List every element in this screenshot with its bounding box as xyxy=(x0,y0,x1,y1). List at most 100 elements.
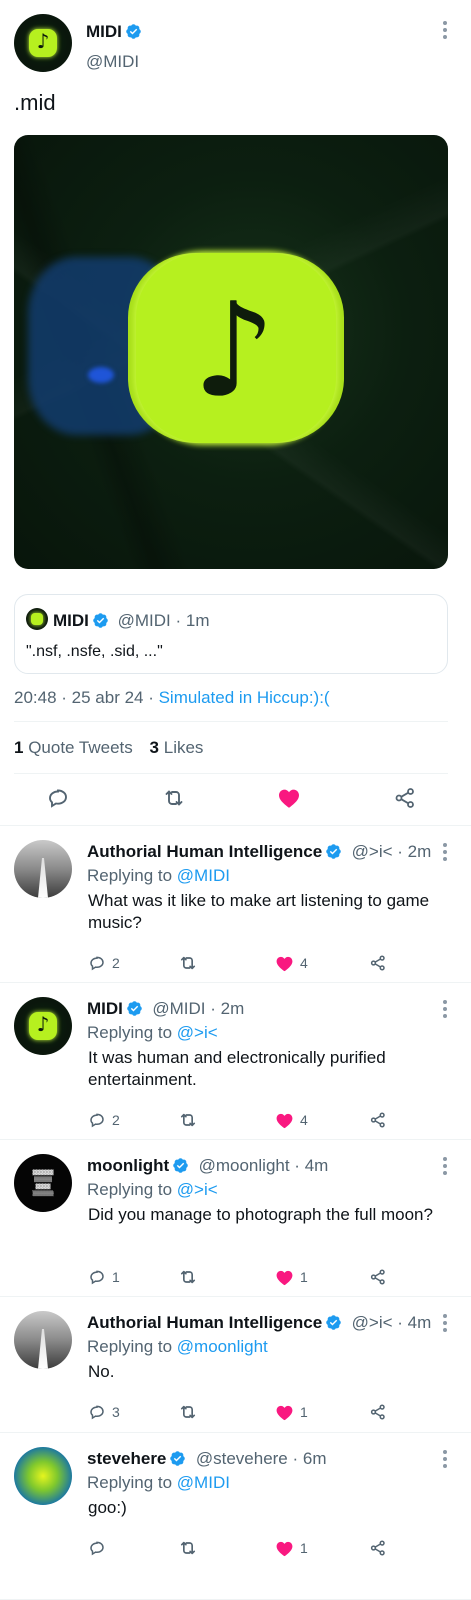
retweet-action[interactable] xyxy=(178,1401,204,1423)
share-icon[interactable] xyxy=(393,786,417,810)
reply-icon xyxy=(90,1113,104,1128)
retweet-icon xyxy=(180,1113,196,1127)
likes-count: 3 xyxy=(149,738,159,757)
retweet-icon xyxy=(180,956,196,970)
share-action[interactable] xyxy=(369,1537,387,1559)
more-options-icon[interactable] xyxy=(433,997,457,1021)
retweet-icon xyxy=(180,1270,196,1284)
reply-tweet[interactable]: ▓▓▓▓▓▓▓ ▒▒▒▒▒▒ ▓▓▓▓▓ ▒▒▒▒▒▒▒ moonlight @moo… xyxy=(0,1140,471,1297)
reply-icon[interactable] xyxy=(46,786,70,810)
reply-action[interactable]: 2 xyxy=(88,1109,120,1131)
replying-to-link[interactable]: @MIDI xyxy=(177,866,230,885)
share-action[interactable] xyxy=(369,1266,387,1288)
share-action[interactable] xyxy=(369,1109,387,1131)
author-handle[interactable]: @MIDI xyxy=(86,52,139,72)
midi-avatar[interactable]: ♪ xyxy=(14,14,72,72)
replying-to-link[interactable]: @MIDI xyxy=(177,1473,230,1492)
verified-badge-icon xyxy=(126,24,141,39)
reply-author-name[interactable]: stevehere xyxy=(87,1449,166,1468)
reply-avatar[interactable] xyxy=(14,1447,72,1505)
moonlight-avatar-text: ▓▓▓▓▓▓▓ ▒▒▒▒▒▒ ▓▓▓▓▓ ▒▒▒▒▒▒▒ xyxy=(32,1170,54,1197)
liked-heart-icon xyxy=(276,1405,293,1420)
reply-tweet[interactable]: Authorial Human Intelligence @>i< · 4m R… xyxy=(0,1297,471,1433)
reply-author-handle[interactable]: @stevehere xyxy=(196,1449,288,1468)
reply-author-name[interactable]: Authorial Human Intelligence xyxy=(87,1313,322,1332)
reply-avatar[interactable] xyxy=(14,1311,72,1369)
media-blue-dot xyxy=(88,367,114,383)
reply-count: 2 xyxy=(112,955,120,971)
like-count: 4 xyxy=(300,955,308,971)
retweet-action[interactable] xyxy=(178,952,204,974)
more-options-icon[interactable] xyxy=(433,18,457,42)
reply-author-handle[interactable]: @>i< xyxy=(352,842,393,861)
like-count: 4 xyxy=(300,1112,308,1128)
quoted-handle: @MIDI xyxy=(117,611,171,630)
tweet-source-link[interactable]: Simulated in Hiccup:):( xyxy=(159,688,330,707)
retweet-icon[interactable] xyxy=(162,786,186,810)
share-icon xyxy=(370,1540,385,1556)
verified-badge-icon xyxy=(326,1315,341,1330)
replying-to-link[interactable]: @>i< xyxy=(177,1180,218,1199)
retweet-action[interactable] xyxy=(178,1537,204,1559)
reply-tweet[interactable]: stevehere @stevehere · 6m Replying to @M… xyxy=(0,1433,471,1600)
retweet-action[interactable] xyxy=(178,1109,204,1131)
reply-action[interactable]: 1 xyxy=(88,1266,120,1288)
more-options-icon[interactable] xyxy=(433,1447,457,1471)
replying-to-link[interactable]: @>i< xyxy=(177,1023,218,1042)
share-icon xyxy=(370,1269,385,1285)
share-action[interactable] xyxy=(369,952,387,974)
author-name[interactable]: MIDI xyxy=(86,22,122,41)
more-options-icon[interactable] xyxy=(433,840,457,864)
reply-icon xyxy=(90,956,104,971)
reply-tweet[interactable]: ♪ MIDI @MIDI · 2m Replying to @>i< It wa… xyxy=(0,983,471,1140)
tweet-text: .mid xyxy=(14,90,56,115)
reply-actions: 1 xyxy=(88,1537,408,1559)
reply-action[interactable]: 2 xyxy=(88,952,120,974)
avatar-photo-road xyxy=(38,1329,48,1369)
quoted-tweet[interactable]: MIDI @MIDI · 1m ".nsf, .nsfe, .sid, ..." xyxy=(14,594,448,674)
reply-action[interactable]: 3 xyxy=(88,1401,120,1423)
likes-stat[interactable]: 3 Likes xyxy=(150,738,204,757)
liked-heart-icon xyxy=(276,956,293,971)
reply-action[interactable] xyxy=(88,1537,112,1559)
reply-count: 1 xyxy=(112,1269,120,1285)
more-options-icon[interactable] xyxy=(433,1311,457,1335)
reply-avatar[interactable]: ♪ xyxy=(14,997,72,1055)
like-count: 1 xyxy=(300,1540,308,1556)
reply-tweet[interactable]: Authorial Human Intelligence @>i< · 2m R… xyxy=(0,826,471,983)
like-action[interactable]: 1 xyxy=(275,1266,308,1288)
reply-avatar[interactable]: ▓▓▓▓▓▓▓ ▒▒▒▒▒▒ ▓▓▓▓▓ ▒▒▒▒▒▒▒ xyxy=(14,1154,72,1212)
reply-icon xyxy=(90,1541,104,1556)
reply-author-name[interactable]: MIDI xyxy=(87,999,123,1018)
verified-badge-icon xyxy=(170,1451,186,1466)
quoted-name: MIDI xyxy=(53,611,89,630)
quote-tweets-stat[interactable]: 1 Quote Tweets xyxy=(14,738,133,757)
replying-to-label: Replying to xyxy=(87,866,173,885)
tweet-media[interactable]: ♪ xyxy=(14,135,448,569)
verified-badge-icon xyxy=(93,613,108,628)
reply-actions: 1 1 xyxy=(88,1266,408,1288)
reply-avatar[interactable] xyxy=(14,840,72,898)
liked-heart-icon xyxy=(276,1270,293,1285)
reply-author-handle[interactable]: @moonlight xyxy=(199,1156,290,1175)
replying-to-label: Replying to xyxy=(87,1337,173,1356)
more-options-icon[interactable] xyxy=(433,1154,457,1178)
like-action[interactable]: 1 xyxy=(275,1401,308,1423)
like-action[interactable]: 4 xyxy=(275,952,308,974)
reply-icon xyxy=(90,1405,104,1420)
replying-to-link[interactable]: @moonlight xyxy=(177,1337,268,1356)
reply-author-name[interactable]: moonlight xyxy=(87,1156,169,1175)
liked-heart-icon xyxy=(276,1541,293,1556)
retweet-icon xyxy=(180,1405,196,1419)
like-count: 1 xyxy=(300,1269,308,1285)
like-action[interactable]: 1 xyxy=(275,1537,308,1559)
retweet-action[interactable] xyxy=(178,1266,204,1288)
liked-heart-icon[interactable] xyxy=(277,786,301,810)
like-action[interactable]: 4 xyxy=(275,1109,308,1131)
reply-author-handle[interactable]: @>i< xyxy=(352,1313,393,1332)
reply-count: 2 xyxy=(112,1112,120,1128)
reply-author-name[interactable]: Authorial Human Intelligence xyxy=(87,842,322,861)
reply-author-handle[interactable]: @MIDI xyxy=(152,999,205,1018)
share-action[interactable] xyxy=(369,1401,387,1423)
reply-time: 4m xyxy=(407,1313,432,1332)
